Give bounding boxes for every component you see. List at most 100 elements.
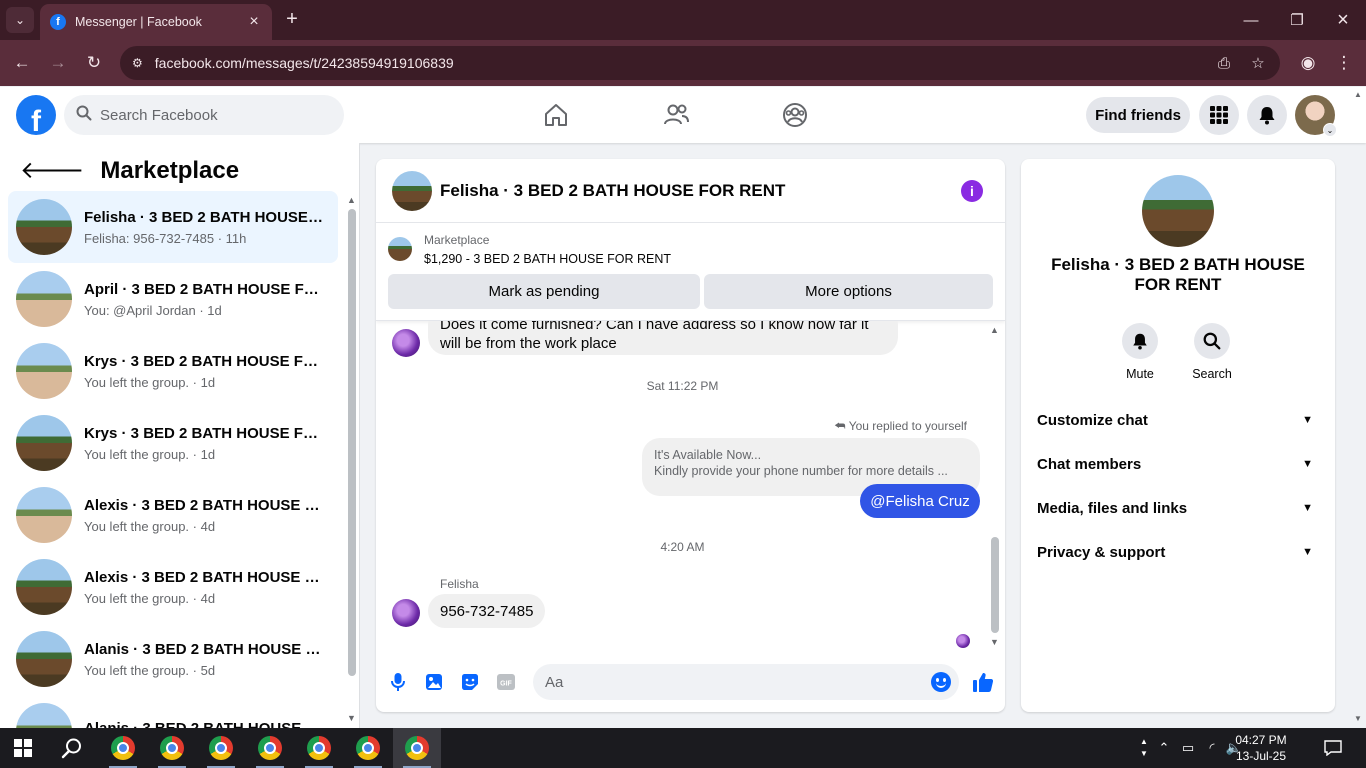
forward-arrow-icon[interactable]: → — [46, 51, 70, 75]
reload-icon[interactable]: ↻ — [82, 51, 106, 75]
media-files-links-row[interactable]: Media, files and links ▼ — [1037, 490, 1319, 526]
quoted-text: It's Available Now... — [654, 448, 762, 462]
url-text: facebook.com/messages/t/2423859491910683… — [154, 55, 454, 71]
thumbs-up-icon[interactable] — [972, 671, 994, 693]
more-options-button[interactable]: More options — [704, 274, 993, 309]
chrome-taskbar-icon[interactable] — [344, 728, 392, 768]
groups-icon[interactable] — [778, 99, 812, 131]
chat-scrollbar[interactable] — [991, 537, 999, 633]
notification-center-icon[interactable] — [1318, 728, 1348, 768]
scroll-down-arrow-icon[interactable]: ▼ — [990, 637, 999, 647]
conversation-item[interactable]: Krys · 3 BED 2 BATH HOUSE FOR... You left… — [8, 335, 338, 407]
conversation-avatar[interactable] — [1142, 175, 1214, 247]
facebook-logo-icon[interactable]: f — [16, 95, 56, 135]
search-icon — [76, 105, 92, 126]
mark-as-pending-button[interactable]: Mark as pending — [388, 274, 700, 309]
install-app-icon[interactable]: ⎙ — [1210, 46, 1238, 80]
page-scroll-up-icon[interactable]: ▲ — [1354, 90, 1362, 99]
incoming-message[interactable]: 956-732-7485 — [428, 594, 546, 628]
taskbar-search-icon[interactable] — [58, 736, 86, 760]
conversation-thumbnail — [16, 271, 72, 327]
conversation-item[interactable]: Alanis · 3 BED 2 BATH HOUSE F... — [8, 695, 338, 728]
incoming-message[interactable]: Does it come furnished? Can I have addre… — [428, 321, 898, 355]
back-arrow-icon[interactable]: 🡐 — [20, 159, 84, 183]
sender-avatar[interactable] — [392, 599, 420, 627]
conversation-name: Krys · 3 BED 2 BATH HOUSE FOR... — [84, 352, 324, 370]
browser-menu-icon[interactable]: ⋮ — [1332, 51, 1356, 75]
search-box[interactable] — [64, 95, 344, 135]
conversation-item[interactable]: April · 3 BED 2 BATH HOUSE FO... You: @Ap… — [8, 263, 338, 335]
gif-icon[interactable]: GIF — [495, 671, 517, 693]
scroll-up-arrow-icon[interactable]: ▲ — [347, 195, 356, 205]
browser-toolbar: ← → ↻ ⚙ facebook.com/messages/t/24238594… — [0, 40, 1366, 86]
bookmark-star-icon[interactable]: ☆ — [1244, 46, 1272, 80]
photo-icon[interactable] — [423, 671, 445, 693]
scroll-up-arrow-icon[interactable]: ▲ — [990, 325, 999, 335]
message-input[interactable] — [545, 673, 915, 691]
friends-icon[interactable] — [659, 99, 693, 131]
tray-scroll-icon[interactable]: ▲ ▼ — [1136, 728, 1152, 768]
maximize-icon[interactable]: ❐ — [1274, 0, 1320, 40]
browser-tab-bar: ⌄ f Messenger | Facebook × + — ❐ × — [0, 0, 1366, 40]
chat-members-row[interactable]: Chat members ▼ — [1037, 446, 1319, 482]
menu-grid-icon[interactable] — [1199, 95, 1239, 135]
chrome-taskbar-icon[interactable] — [393, 728, 441, 768]
mute-button[interactable]: Mute — [1110, 323, 1170, 381]
info-icon[interactable]: i — [961, 179, 983, 202]
chat-title[interactable]: Felisha · 3 BED 2 BATH HOUSE FOR RENT — [440, 181, 961, 201]
browser-tab[interactable]: f Messenger | Facebook × — [40, 4, 272, 40]
tab-close-icon[interactable]: × — [246, 13, 262, 31]
address-bar[interactable]: ⚙ facebook.com/messages/t/24238594919106… — [120, 46, 1280, 80]
profile-icon[interactable]: ◉ — [1296, 51, 1320, 75]
customize-chat-row[interactable]: Customize chat ▼ — [1037, 402, 1319, 438]
show-hidden-icons-chevron-icon[interactable]: ⌃ — [1156, 728, 1172, 768]
conversation-item[interactable]: Alanis · 3 BED 2 BATH HOUSE F... You left… — [8, 623, 338, 695]
chrome-taskbar-icon[interactable] — [99, 728, 147, 768]
listing-thumbnail[interactable] — [388, 237, 412, 261]
window-close-icon[interactable]: × — [1320, 0, 1366, 40]
back-arrow-icon[interactable]: ← — [10, 51, 34, 75]
chat-avatar[interactable] — [392, 170, 432, 211]
home-icon[interactable] — [539, 99, 573, 131]
notifications-bell-icon[interactable] — [1247, 95, 1287, 135]
search-input[interactable] — [100, 106, 320, 124]
sticker-icon[interactable] — [459, 671, 481, 693]
conversation-item[interactable]: Krys · 3 BED 2 BATH HOUSE FOR... You left… — [8, 407, 338, 479]
row-label: Chat members — [1037, 455, 1142, 473]
windows-start-icon[interactable] — [14, 739, 32, 757]
conversation-item[interactable]: Alexis · 3 BED 2 BATH HOUSE FO... You lef… — [8, 479, 338, 551]
conversation-name: Alexis · 3 BED 2 BATH HOUSE FO... — [84, 568, 324, 586]
chrome-taskbar-icon[interactable] — [295, 728, 343, 768]
row-label: Privacy & support — [1037, 543, 1166, 561]
sender-avatar[interactable] — [392, 329, 420, 357]
tab-search-chevron-icon[interactable]: ⌄ — [6, 7, 34, 33]
chat-panel: Felisha · 3 BED 2 BATH HOUSE FOR RENT i … — [376, 159, 1005, 712]
conversation-thumbnail — [16, 415, 72, 471]
new-tab-plus-icon[interactable]: + — [282, 8, 302, 32]
conversation-item[interactable]: Felisha · 3 BED 2 BATH HOUSE F... Felisha… — [8, 191, 338, 263]
system-clock[interactable]: 04:27 PM 13-Jul-25 — [1226, 732, 1296, 764]
minimize-icon[interactable]: — — [1228, 0, 1274, 40]
find-friends-button[interactable]: Find friends — [1086, 97, 1190, 133]
battery-icon[interactable]: ▭ — [1178, 728, 1198, 768]
scroll-down-arrow-icon[interactable]: ▼ — [347, 713, 356, 723]
message-input-box[interactable] — [533, 664, 959, 700]
listing-price[interactable]: $1,290 - 3 BED 2 BATH HOUSE FOR RENT — [424, 252, 671, 266]
microphone-icon[interactable] — [387, 671, 409, 693]
windows-taskbar: ▲ ▼ ⌃ ▭ ◜ 🔈 04:27 PM 13-Jul-25 — [0, 728, 1366, 768]
account-avatar[interactable]: ⌄ — [1295, 95, 1337, 137]
wifi-icon[interactable]: ◜ — [1202, 728, 1222, 768]
conversation-item[interactable]: Alexis · 3 BED 2 BATH HOUSE FO... You lef… — [8, 551, 338, 623]
message-text: Does it come furnished? Can I have addre… — [440, 321, 869, 333]
privacy-support-row[interactable]: Privacy & support ▼ — [1037, 534, 1319, 570]
site-settings-icon[interactable]: ⚙ — [132, 56, 143, 70]
outgoing-message[interactable]: @Felisha Cruz — [860, 484, 980, 518]
chrome-taskbar-icon[interactable] — [246, 728, 294, 768]
emoji-icon[interactable] — [931, 672, 951, 692]
page-scroll-down-icon[interactable]: ▼ — [1354, 714, 1362, 723]
chevron-down-icon: ▼ — [1302, 502, 1313, 514]
sidebar-scrollbar[interactable] — [348, 209, 356, 676]
search-in-conversation-button[interactable]: Search — [1182, 323, 1242, 381]
chrome-taskbar-icon[interactable] — [197, 728, 245, 768]
chrome-taskbar-icon[interactable] — [148, 728, 196, 768]
